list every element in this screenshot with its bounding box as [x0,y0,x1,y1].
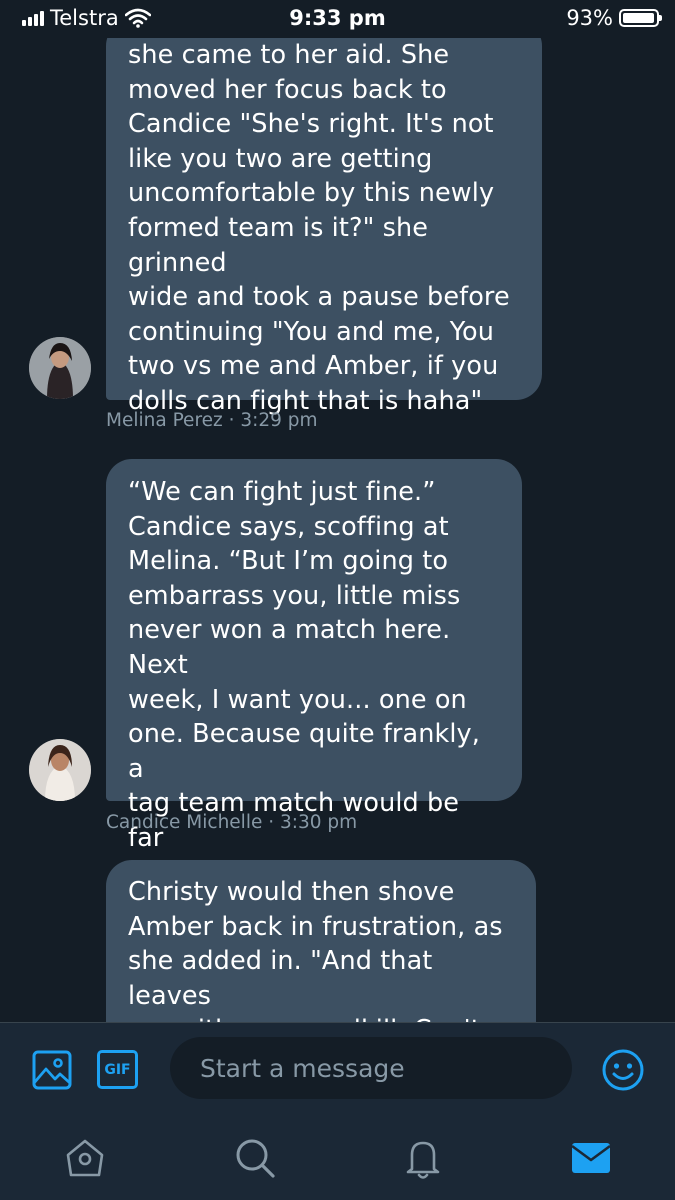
home-icon[interactable] [62,1135,108,1181]
battery-icon [619,9,662,27]
message-bubble[interactable]: “We can fight just fine.” Candice says, … [106,459,522,888]
battery-percent: 93% [566,6,613,30]
avatar-candice[interactable] [29,739,91,801]
search-icon[interactable] [232,1135,278,1181]
message-input[interactable] [170,1037,572,1099]
gif-icon[interactable]: GIF [97,1050,138,1089]
status-bar: Telstra 9:33 pm 93% [0,0,675,38]
avatar-melina[interactable] [29,337,91,399]
battery-group: 93% [566,6,662,30]
message-composer: GIF [0,1022,675,1118]
message-meta: Candice Michelle · 3:30 pm [106,812,358,833]
gif-label: GIF [104,1061,131,1078]
tab-bar [0,1117,675,1200]
message-meta: Melina Perez · 3:29 pm [106,410,318,431]
message-bubble[interactable]: she came to her aid. She moved her focus… [106,20,542,416]
bell-icon[interactable] [400,1135,446,1181]
image-icon[interactable] [31,1049,73,1091]
mail-icon[interactable] [568,1135,614,1181]
emoji-icon[interactable] [601,1048,645,1092]
